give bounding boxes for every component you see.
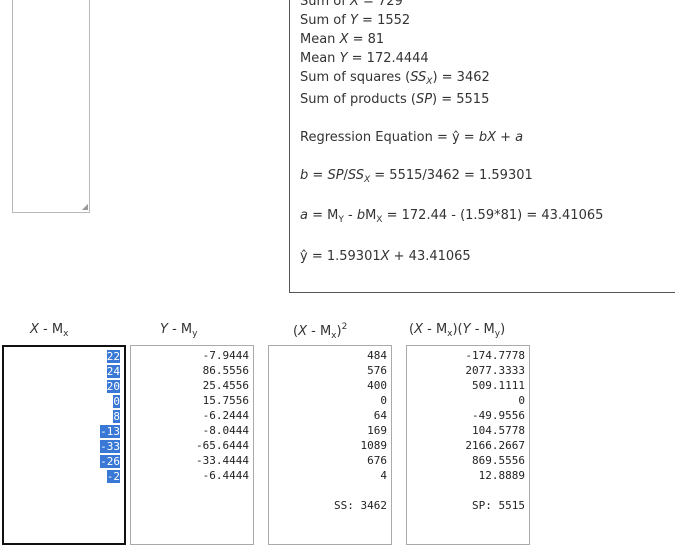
cell-value: -7.9444: [202, 349, 249, 362]
cell-value: -2: [106, 470, 120, 483]
mean-x: Mean X = 81: [300, 32, 385, 47]
products-textarea[interactable]: -174.7778 2077.3333 509.1111 0 -49.9556 104.5…: [406, 345, 530, 545]
cell-value: 8: [113, 410, 120, 423]
cell-value: 400: [367, 379, 387, 392]
sum-x: Sum of X = 729: [300, 0, 403, 9]
cell-value: 509.1111: [472, 379, 525, 392]
cell-value: 86.5556: [202, 364, 249, 377]
column-total: SP: 5515: [472, 499, 525, 512]
a-calculation: a = MY - bMX = 172.44 - (1.59*81) = 43.4…: [300, 208, 604, 225]
column-total: SS: 3462: [334, 499, 387, 512]
cell-value: 676: [367, 454, 387, 467]
cell-value: 0: [380, 394, 387, 407]
cell-value: 24: [106, 365, 120, 378]
cell-value: 4: [380, 469, 387, 482]
cell-value: -33.4444: [196, 454, 249, 467]
regression-equation: Regression Equation = ŷ = bX + a: [300, 130, 524, 145]
resize-handle-icon[interactable]: ◢: [79, 202, 88, 211]
cell-value: 869.5556: [472, 454, 525, 467]
cell-value: 25.4556: [202, 379, 249, 392]
y-hat-equation: ŷ = 1.59301X + 43.41065: [300, 249, 471, 264]
cell-value: 0: [518, 394, 525, 407]
cell-value: 20: [106, 380, 120, 393]
cell-value: 576: [367, 364, 387, 377]
cell-value: 169: [367, 424, 387, 437]
b-calculation: b = SP/SSX = 5515/3462 = 1.59301: [300, 168, 533, 185]
cell-value: 64: [373, 409, 387, 422]
cell-value: -49.9556: [472, 409, 525, 422]
y-minus-my-textarea[interactable]: -7.9444 86.5556 25.4556 15.7556 -6.2444 -8.04…: [130, 345, 254, 545]
header-x-minus-mx-squared: (X - Mx)2: [293, 322, 348, 341]
cell-value: -6.2444: [202, 409, 249, 422]
cell-value: 2077.3333: [465, 364, 525, 377]
cell-value: -26: [100, 455, 120, 468]
sum-of-products: Sum of products (SP) = 5515: [300, 92, 490, 107]
x-minus-mx-squared-textarea[interactable]: 484 576 400 0 64 169 1089 676 4 SS: 3462: [268, 345, 392, 545]
cell-value: 12.8889: [478, 469, 525, 482]
x-minus-mx-textarea[interactable]: 22 24 20 0 8 -13 -33 -26 -2: [2, 345, 126, 545]
sum-y: Sum of Y = 1552: [300, 13, 411, 28]
cell-value: -13: [100, 425, 120, 438]
cell-value: 2166.2667: [465, 439, 525, 452]
mean-y: Mean Y = 172.4444: [300, 51, 429, 66]
cell-value: 1089: [360, 439, 388, 452]
cell-value: -8.0444: [202, 424, 249, 437]
cell-value: -6.4444: [202, 469, 249, 482]
data-textarea[interactable]: ◢: [12, 0, 90, 213]
cell-value: 15.7556: [202, 394, 249, 407]
cell-value: -33: [100, 440, 120, 453]
results-panel: Sum of X = 729 Sum of Y = 1552 Mean X = …: [289, 0, 675, 293]
cell-value: 104.5778: [472, 424, 525, 437]
sum-of-squares: Sum of squares (SSX) = 3462: [300, 70, 490, 87]
cell-value: 484: [367, 349, 387, 362]
cell-value: -65.6444: [196, 439, 249, 452]
cell-value: 22: [106, 350, 120, 363]
header-x-minus-mx: X - Mx: [30, 322, 69, 339]
header-products: (X - Mx)(Y - My): [409, 322, 506, 339]
header-y-minus-my: Y - My: [160, 322, 198, 339]
cell-value: -174.7778: [465, 349, 525, 362]
cell-value: 0: [113, 395, 120, 408]
